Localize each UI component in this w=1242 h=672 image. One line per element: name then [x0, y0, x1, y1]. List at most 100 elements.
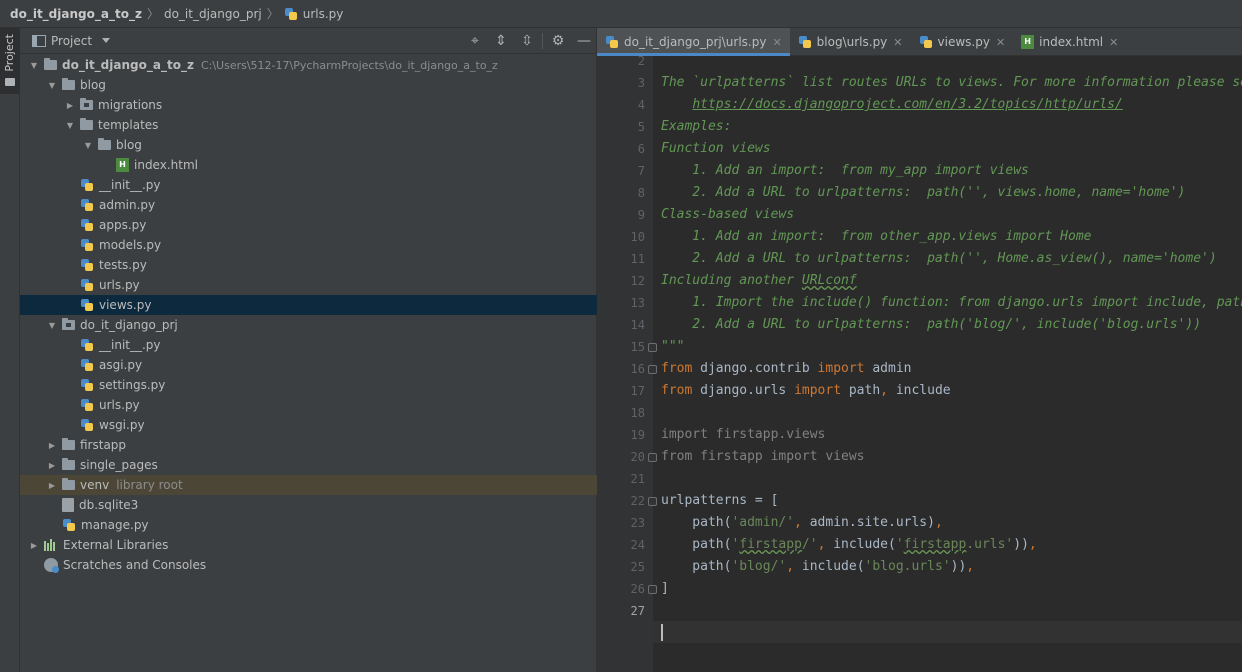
- tree-row[interactable]: urls.py: [20, 275, 597, 295]
- chevron-down-icon[interactable]: ▼: [46, 79, 58, 91]
- code-token: include: [895, 383, 951, 398]
- current-line-highlight: [653, 621, 1242, 643]
- tree-row[interactable]: apps.py: [20, 215, 597, 235]
- tree-item-label: firstapp: [80, 438, 127, 452]
- chevron-down-icon[interactable]: ▼: [46, 319, 58, 331]
- code-token: ,: [880, 383, 896, 398]
- python-file-icon: [80, 358, 94, 372]
- code-token: 'blog.urls': [864, 559, 951, 574]
- tree-row[interactable]: models.py: [20, 235, 597, 255]
- chevron-right-icon[interactable]: ▶: [64, 99, 76, 111]
- editor-tab[interactable]: views.py ✕: [911, 28, 1014, 56]
- code-token: Examples:: [661, 119, 732, 134]
- code-line: from django.urls import path, include: [661, 380, 951, 402]
- python-file-icon: [605, 35, 619, 49]
- chevron-down-icon[interactable]: ▼: [64, 119, 76, 131]
- python-file-icon: [80, 238, 94, 252]
- tree-row[interactable]: db.sqlite3: [20, 495, 597, 515]
- breadcrumb-item-file[interactable]: urls.py: [303, 7, 344, 21]
- project-tool-button[interactable]: Project: [0, 28, 20, 94]
- tree-row[interactable]: __init__.py: [20, 335, 597, 355]
- gear-icon[interactable]: ⚙: [545, 28, 571, 54]
- tree-row[interactable]: ▶ firstapp: [20, 435, 597, 455]
- code-token: )): [950, 559, 967, 574]
- tree-row[interactable]: Hindex.html: [20, 155, 597, 175]
- chevron-down-icon[interactable]: ▼: [28, 59, 40, 71]
- breadcrumb-item-package[interactable]: do_it_django_prj: [164, 7, 262, 21]
- code-token: django.urls: [700, 383, 795, 398]
- code-token: URLconf: [801, 273, 857, 288]
- tree-row[interactable]: tests.py: [20, 255, 597, 275]
- close-icon[interactable]: ✕: [996, 36, 1005, 49]
- tree-row[interactable]: ▶ migrations: [20, 95, 597, 115]
- code-token: 2. Add a URL to urlpatterns: path('', vi…: [661, 185, 1186, 200]
- line-number: 26: [630, 582, 645, 596]
- close-icon[interactable]: ✕: [772, 36, 781, 49]
- tree-item-label: single_pages: [80, 458, 158, 472]
- code-editor[interactable]: The `urlpatterns` list routes URLs to vi…: [653, 56, 1242, 672]
- tree-item-label: External Libraries: [63, 538, 169, 552]
- code-token: import firstapp.views: [661, 427, 826, 442]
- tree-row[interactable]: admin.py: [20, 195, 597, 215]
- chevron-right-icon[interactable]: ▶: [46, 439, 58, 451]
- python-file-icon: [80, 398, 94, 412]
- project-panel-header: Project ⌖ ⇕ ⇳ ⚙ —: [20, 28, 597, 54]
- line-number: 7: [637, 164, 645, 178]
- minimize-icon[interactable]: —: [571, 28, 597, 54]
- chevron-right-icon[interactable]: ▶: [46, 459, 58, 471]
- code-line: 1. Add an import: from my_app import vie…: [661, 160, 1029, 182]
- chevron-down-icon[interactable]: ▼: [82, 139, 94, 151]
- tree-row[interactable]: ▶ venv library root: [20, 475, 597, 495]
- line-number: 27: [630, 604, 645, 618]
- code-token: urlpatterns = [: [661, 493, 779, 508]
- expand-all-icon[interactable]: ⇕: [488, 28, 514, 54]
- line-number: 25: [630, 560, 645, 574]
- breadcrumb-item-root[interactable]: do_it_django_a_to_z: [10, 7, 142, 21]
- code-token: ': [895, 537, 904, 552]
- editor-tab[interactable]: blog\urls.py ✕: [790, 28, 911, 56]
- code-token: from: [661, 361, 701, 376]
- close-icon[interactable]: ✕: [1109, 36, 1118, 49]
- close-icon[interactable]: ✕: [893, 36, 902, 49]
- text-caret: [661, 624, 663, 641]
- line-number: 8: [637, 186, 645, 200]
- folder-icon: [5, 78, 15, 86]
- tree-row[interactable]: ▶ single_pages: [20, 455, 597, 475]
- tree-row[interactable]: ▼ do_it_django_a_to_z C:\Users\512-17\Pych…: [20, 55, 597, 75]
- tree-row[interactable]: asgi.py: [20, 355, 597, 375]
- tree-item-label: models.py: [99, 238, 162, 252]
- tree-row[interactable]: __init__.py: [20, 175, 597, 195]
- line-number: 21: [630, 472, 645, 486]
- tree-row[interactable]: wsgi.py: [20, 415, 597, 435]
- chevron-right-icon[interactable]: ▶: [46, 479, 58, 491]
- line-number: 19: [630, 428, 645, 442]
- code-token: path(: [661, 515, 732, 530]
- crosshair-icon[interactable]: ⌖: [462, 28, 488, 54]
- tree-item-label: wsgi.py: [99, 418, 145, 432]
- tree-row[interactable]: ▼ templates: [20, 115, 597, 135]
- tree-row[interactable]: urls.py: [20, 395, 597, 415]
- line-number-gutter[interactable]: 2 3 4 5 6 7 8 9 10 11 12 13 14 15 16 17 18 19 20 21 22 23 24 25…: [597, 54, 657, 672]
- tree-row[interactable]: ▶ External Libraries: [20, 535, 597, 555]
- tree-item-label: tests.py: [99, 258, 147, 272]
- code-token: ,: [817, 537, 834, 552]
- folder-icon: [62, 458, 75, 470]
- project-view-selector[interactable]: Project: [20, 34, 111, 48]
- tree-row[interactable]: ▼ blog: [20, 75, 597, 95]
- tree-row[interactable]: manage.py: [20, 515, 597, 535]
- tree-row[interactable]: settings.py: [20, 375, 597, 395]
- chevron-right-icon[interactable]: ▶: [28, 539, 40, 551]
- tree-row[interactable]: Scratches and Consoles: [20, 555, 597, 575]
- code-token: admin: [872, 361, 912, 376]
- tree-row[interactable]: ▼ do_it_django_prj: [20, 315, 597, 335]
- tree-item-label: apps.py: [99, 218, 147, 232]
- code-line: import firstapp.views: [661, 424, 825, 446]
- collapse-all-icon[interactable]: ⇳: [514, 28, 540, 54]
- editor-tab[interactable]: Hindex.html ✕: [1013, 28, 1126, 56]
- tree-item-label: blog: [116, 138, 142, 152]
- tree-row[interactable]: views.py: [20, 295, 597, 315]
- tree-item-label: manage.py: [81, 518, 149, 532]
- tree-row[interactable]: ▼ blog: [20, 135, 597, 155]
- tree-item-label: templates: [98, 118, 159, 132]
- breadcrumb: do_it_django_a_to_z 〉 do_it_django_prj 〉…: [0, 0, 1242, 28]
